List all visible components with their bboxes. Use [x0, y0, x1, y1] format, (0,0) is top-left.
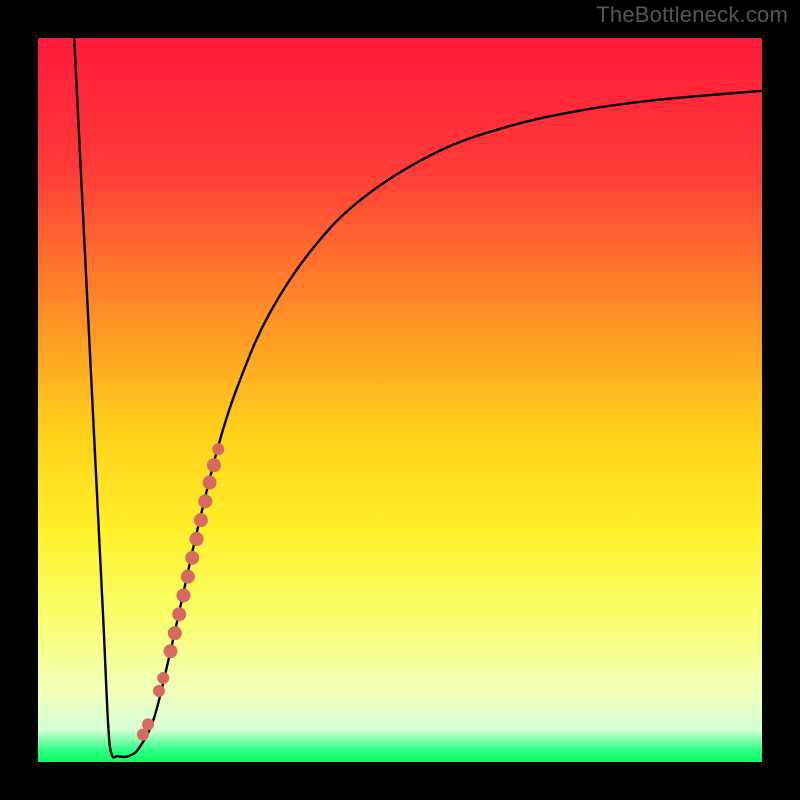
- highlight-dot: [142, 718, 154, 730]
- highlight-dot: [203, 476, 217, 490]
- plot-background: [38, 38, 762, 762]
- watermark-label: TheBottleneck.com: [596, 2, 788, 28]
- chart-container: TheBottleneck.com: [0, 0, 800, 800]
- highlight-dot: [153, 685, 165, 697]
- highlight-dot: [212, 443, 224, 455]
- bottleneck-chart: [0, 0, 800, 800]
- highlight-dot: [181, 570, 195, 584]
- highlight-dot: [168, 626, 182, 640]
- highlight-dot: [157, 672, 169, 684]
- highlight-dot: [185, 551, 199, 565]
- highlight-dot: [172, 607, 186, 621]
- highlight-dot: [198, 494, 212, 508]
- highlight-dot: [194, 513, 208, 527]
- highlight-dot: [177, 588, 191, 602]
- highlight-dot: [207, 458, 221, 472]
- highlight-dot: [190, 532, 204, 546]
- highlight-dot: [163, 644, 177, 658]
